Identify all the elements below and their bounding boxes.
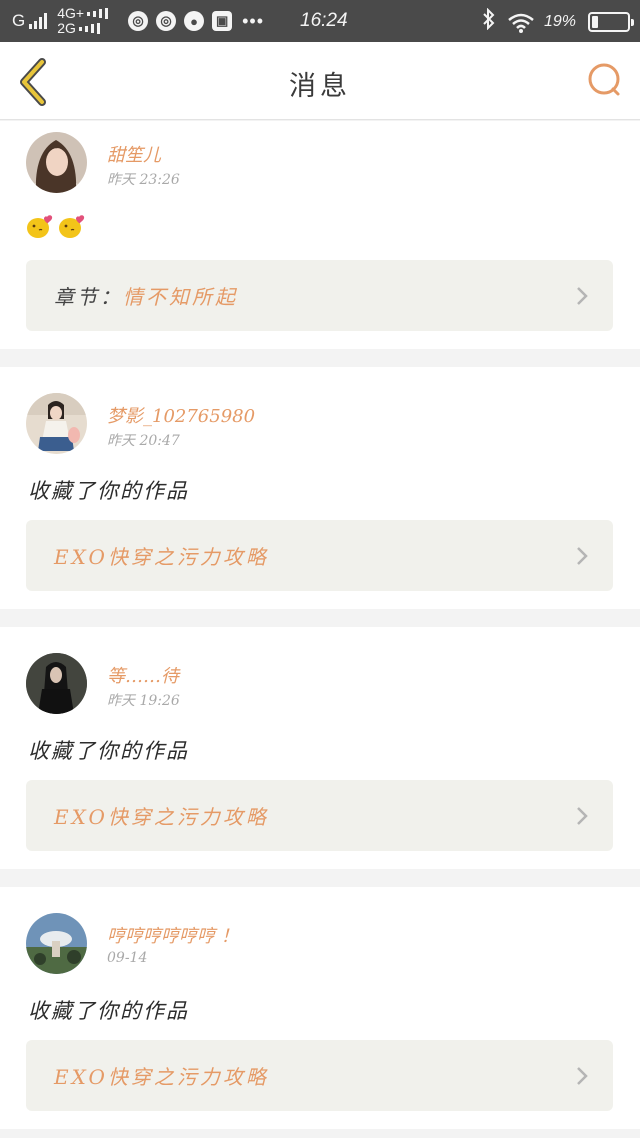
chevron-right-icon: [577, 807, 588, 825]
timestamp: 昨天 23:26: [107, 172, 180, 188]
chevron-right-icon: [577, 287, 588, 305]
work-title: EXO快穿之污力攻略: [54, 805, 269, 829]
work-link[interactable]: EXO快穿之污力攻略: [26, 520, 613, 591]
work-prefix: 章节：: [54, 285, 123, 309]
header-bar: 消息: [0, 42, 640, 120]
signal-icon: [29, 13, 48, 29]
battery-icon: [588, 12, 634, 32]
avatar[interactable]: [26, 393, 87, 454]
signal-icon: [78, 23, 100, 34]
kiss-emoji-icon: [58, 213, 86, 239]
work-title: EXO快穿之污力攻略: [54, 1065, 269, 1089]
bluetooth-icon: [482, 7, 496, 36]
app-icon: ●: [184, 11, 205, 31]
action-text: 收藏了你的作品: [28, 739, 189, 763]
chevron-right-icon: [577, 1067, 588, 1085]
timestamp: 09-14: [107, 950, 148, 966]
battery-percent: 19%: [543, 13, 576, 30]
carrier-signal: G: [12, 11, 48, 31]
timestamp: 昨天 19:26: [107, 693, 180, 709]
search-icon: [588, 63, 620, 96]
signal-icon: [87, 8, 109, 19]
work-title: EXO快穿之污力攻略: [54, 545, 269, 569]
weibo-icon: ◎: [128, 11, 149, 31]
network-indicator: 4G+ 2G: [57, 5, 109, 36]
timestamp: 昨天 20:47: [107, 433, 180, 449]
username[interactable]: 等……待: [107, 662, 179, 688]
weibo-icon: ◎: [156, 11, 177, 31]
wifi-icon: [508, 13, 534, 33]
avatar[interactable]: [26, 913, 87, 974]
emoji-row: [26, 213, 86, 239]
work-link[interactable]: EXO快穿之污力攻略: [26, 780, 613, 851]
username[interactable]: 梦影_102765980: [107, 402, 255, 428]
avatar[interactable]: [26, 132, 87, 193]
message-card: 等……待 昨天 19:26 收藏了你的作品 EXO快穿之污力攻略: [0, 627, 640, 869]
message-card: 哼哼哼哼哼哼 ！ 09-14 收藏了你的作品 EXO快穿之污力攻略: [0, 887, 640, 1129]
username[interactable]: 甜笙儿: [107, 141, 161, 167]
status-bar: G 4G+ 2G ◎ ◎ ● ▣ ••• 16:24 19%: [0, 0, 640, 42]
work-link[interactable]: 章节： 情不知所起: [26, 260, 613, 331]
clock: 16:24: [300, 10, 348, 31]
more-notifications-icon: •••: [242, 10, 264, 31]
username[interactable]: 哼哼哼哼哼哼 ！: [107, 922, 239, 948]
action-text: 收藏了你的作品: [28, 479, 189, 503]
kiss-emoji-icon: [26, 213, 54, 239]
message-list: 甜笙儿 昨天 23:26 章节： 情不知所起 梦影_102765980 昨天 2…: [0, 121, 640, 1138]
shopping-bag-icon: ▣: [212, 11, 233, 31]
network-2g-label: 2G: [57, 20, 76, 36]
message-card: 甜笙儿 昨天 23:26 章节： 情不知所起: [0, 121, 640, 349]
search-button[interactable]: [584, 60, 624, 100]
avatar[interactable]: [26, 653, 87, 714]
message-card: 梦影_102765980 昨天 20:47 收藏了你的作品 EXO快穿之污力攻略: [0, 367, 640, 609]
chevron-right-icon: [577, 547, 588, 565]
work-title: 情不知所起: [123, 285, 238, 309]
network-4g-label: 4G+: [57, 5, 85, 21]
action-text: 收藏了你的作品: [28, 999, 189, 1023]
page-title: 消息: [289, 71, 351, 102]
work-link[interactable]: EXO快穿之污力攻略: [26, 1040, 613, 1111]
carrier-label: G: [12, 11, 26, 30]
